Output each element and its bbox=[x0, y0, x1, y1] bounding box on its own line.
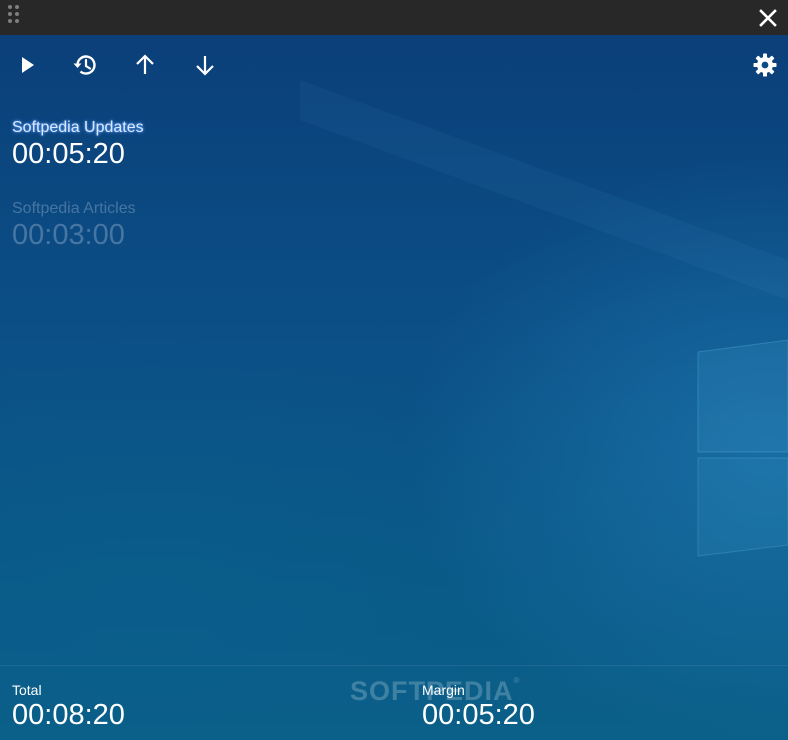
close-button[interactable] bbox=[748, 0, 788, 35]
close-icon bbox=[759, 8, 777, 27]
gear-icon bbox=[753, 53, 777, 77]
wallpaper-decoration bbox=[300, 80, 788, 557]
drag-handle-icon[interactable] bbox=[8, 5, 22, 27]
margin-stat: Margin 00:05:20 bbox=[422, 682, 535, 731]
arrow-up-icon bbox=[136, 54, 154, 74]
total-stat: Total 00:08:20 bbox=[12, 682, 125, 731]
timer-name: Softpedia Articles bbox=[12, 200, 136, 217]
start-button[interactable] bbox=[12, 50, 42, 80]
summary-footer: Total 00:08:20 Margin 00:05:20 bbox=[0, 665, 788, 740]
history-icon bbox=[73, 55, 96, 75]
app-window: Softpedia Updates 00:05:20 Softpedia Art… bbox=[0, 0, 788, 740]
total-label: Total bbox=[12, 682, 42, 698]
timer-name: Softpedia Updates bbox=[12, 119, 144, 136]
history-button[interactable] bbox=[70, 50, 100, 80]
timer-item-active[interactable]: Softpedia Updates 00:05:20 bbox=[12, 119, 144, 170]
move-up-button[interactable] bbox=[130, 50, 160, 80]
timer-time: 00:03:00 bbox=[12, 219, 125, 251]
play-icon bbox=[22, 57, 34, 73]
title-bar[interactable] bbox=[0, 0, 788, 35]
arrow-down-icon bbox=[196, 56, 214, 76]
timer-time: 00:05:20 bbox=[12, 138, 125, 170]
timer-item-inactive[interactable]: Softpedia Articles 00:03:00 bbox=[12, 200, 136, 251]
settings-button[interactable] bbox=[750, 50, 780, 80]
margin-label: Margin bbox=[422, 682, 465, 698]
move-down-button[interactable] bbox=[190, 50, 220, 80]
margin-value: 00:05:20 bbox=[422, 699, 535, 731]
total-value: 00:08:20 bbox=[12, 699, 125, 731]
